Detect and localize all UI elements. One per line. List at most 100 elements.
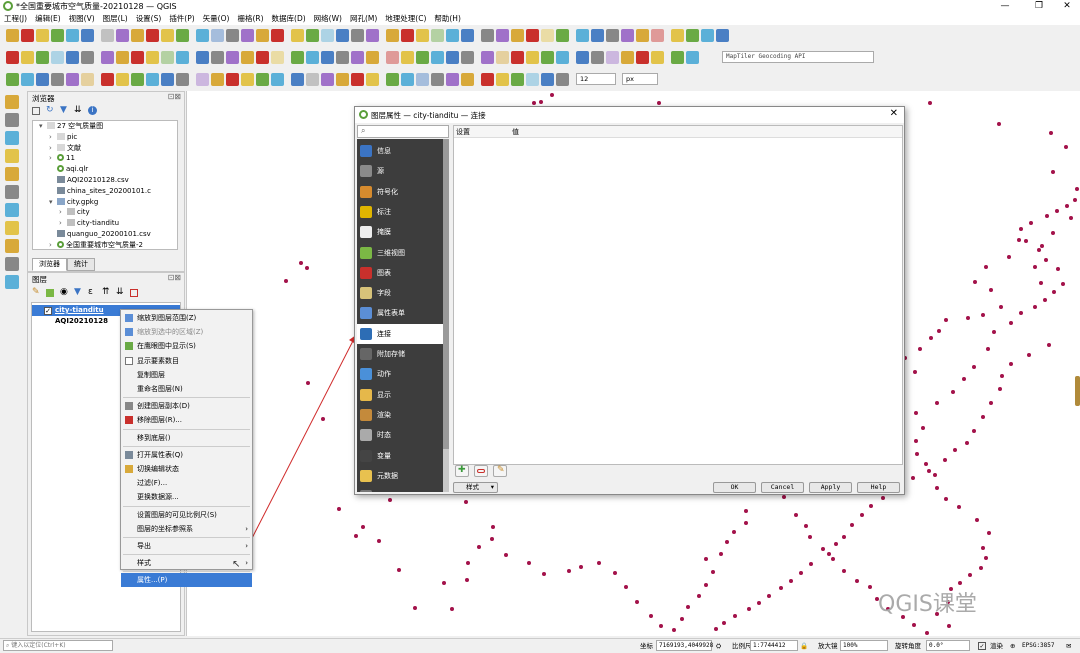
toolbar-tool-icon[interactable]	[591, 29, 604, 42]
coordinate-field[interactable]: 7169193,4049928	[656, 640, 713, 651]
toolbar-tool-icon[interactable]	[81, 29, 94, 42]
menu-item[interactable]: 矢量(O)	[199, 13, 234, 25]
crs-label[interactable]: EPSG:3857	[1022, 641, 1055, 651]
toolbar-tool-icon[interactable]	[291, 73, 304, 86]
toolbar-tool-icon[interactable]	[51, 73, 64, 86]
toolbar-tool-icon[interactable]	[101, 51, 114, 64]
menu-item[interactable]: 工程(J)	[0, 13, 31, 25]
lock-icon[interactable]: 🔒	[800, 641, 808, 651]
toolbar-tool-icon[interactable]	[496, 29, 509, 42]
toolbar-tool-icon[interactable]	[526, 51, 539, 64]
toolbar-tool-icon[interactable]	[36, 73, 49, 86]
toolbar-tool-icon[interactable]	[636, 29, 649, 42]
apply-button[interactable]: Apply	[809, 482, 852, 493]
toolbar-tool-icon[interactable]	[431, 73, 444, 86]
style-brush-icon[interactable]: ✎	[32, 287, 40, 297]
tab-browser[interactable]: 浏览器	[32, 258, 67, 271]
menu-item[interactable]: 图层(L)	[99, 13, 132, 25]
toolbar-tool-icon[interactable]	[196, 29, 209, 42]
toolbar-tool-icon[interactable]	[481, 73, 494, 86]
toolbar-tool-icon[interactable]	[621, 29, 634, 42]
toolbar-tool-icon[interactable]	[211, 51, 224, 64]
toolbar-tool-icon[interactable]	[511, 29, 524, 42]
dialog-section-item[interactable]: 变量	[357, 446, 443, 466]
context-menu-item[interactable]: 移到底层()	[121, 431, 252, 445]
toolbar-tool-icon[interactable]	[321, 29, 334, 42]
toolbar-tool-icon[interactable]	[416, 73, 429, 86]
edit-join-button[interactable]: ✎	[493, 465, 507, 477]
toolbar-tool-icon[interactable]	[21, 29, 34, 42]
rotation-field[interactable]: 0.0°	[926, 640, 970, 651]
toolbar-tool-icon[interactable]	[386, 51, 399, 64]
toolbar-tool-icon[interactable]	[481, 29, 494, 42]
scale-field[interactable]: 1:7744412	[750, 640, 798, 651]
toolbar-tool-icon[interactable]	[366, 51, 379, 64]
toolbar-tool-icon[interactable]	[686, 29, 699, 42]
toolbar-tool-icon[interactable]	[446, 51, 459, 64]
refresh-icon[interactable]: ↻	[46, 105, 54, 115]
add-layer-icon[interactable]	[5, 221, 19, 235]
toolbar-tool-icon[interactable]	[66, 29, 79, 42]
toolbar-tool-icon[interactable]	[226, 29, 239, 42]
toolbar-tool-icon[interactable]	[116, 51, 129, 64]
toolbar-tool-icon[interactable]	[321, 73, 334, 86]
dialog-section-item[interactable]: 图表	[357, 263, 443, 283]
scrollbar-thumb[interactable]	[443, 139, 449, 449]
toolbar-tool-icon[interactable]	[131, 73, 144, 86]
toolbar-tool-icon[interactable]	[366, 73, 379, 86]
toolbar-tool-icon[interactable]	[541, 29, 554, 42]
toolbar-tool-icon[interactable]	[101, 29, 114, 42]
column-header-setting[interactable]: 设置	[456, 126, 470, 138]
menu-item[interactable]: 设置(S)	[132, 13, 166, 25]
toolbar-tool-icon[interactable]	[256, 73, 269, 86]
toolbar-tool-icon[interactable]	[446, 29, 459, 42]
toolbar-tool-icon[interactable]	[401, 73, 414, 86]
toolbar-tool-icon[interactable]	[36, 29, 49, 42]
toolbar-tool-icon[interactable]	[146, 73, 159, 86]
toolbar-tool-icon[interactable]	[256, 29, 269, 42]
dialog-section-item[interactable]: 字段	[357, 283, 443, 303]
dialog-section-item[interactable]: 时态	[357, 425, 443, 445]
collapse-all-icon[interactable]: ⇊	[116, 287, 124, 297]
toolbar-tool-icon[interactable]	[241, 51, 254, 64]
menu-item[interactable]: 视图(V)	[65, 13, 99, 25]
add-layer-icon[interactable]	[5, 149, 19, 163]
expression-icon[interactable]: ε	[88, 287, 93, 297]
toolbar-tool-icon[interactable]	[146, 29, 159, 42]
toolbar-tool-icon[interactable]	[306, 51, 319, 64]
context-menu-item[interactable]: 导出 ›	[121, 539, 252, 553]
toolbar-tool-icon[interactable]	[556, 73, 569, 86]
toolbar-tool-icon[interactable]	[716, 29, 729, 42]
toolbar-tool-icon[interactable]	[131, 29, 144, 42]
toolbar-tool-icon[interactable]	[651, 51, 664, 64]
dialog-section-item[interactable]: 标注	[357, 202, 443, 222]
toolbar-tool-icon[interactable]	[66, 73, 79, 86]
toolbar-tool-icon[interactable]	[606, 29, 619, 42]
browser-tree-item[interactable]: china_sites_20200101.c	[49, 186, 151, 196]
dialog-section-item[interactable]: 动作	[357, 364, 443, 384]
toolbar-tool-icon[interactable]	[176, 73, 189, 86]
expand-arrow-icon[interactable]: ›	[49, 153, 57, 163]
toolbar-tool-icon[interactable]	[211, 29, 224, 42]
dialog-section-item[interactable]: 显示	[357, 385, 443, 405]
map-scroll-handle[interactable]	[1075, 376, 1080, 406]
browser-tree-item[interactable]: › 11	[49, 153, 75, 163]
section-list-scrollbar[interactable]	[443, 139, 449, 492]
context-menu-item[interactable]: 在鹰眼图中显示(S)	[121, 339, 252, 353]
toolbar-tool-icon[interactable]	[606, 51, 619, 64]
toolbar-tool-icon[interactable]	[496, 51, 509, 64]
geocoding-input[interactable]: MapTiler Geocoding API	[722, 51, 874, 63]
dialog-section-item[interactable]: 元数据	[357, 466, 443, 486]
context-menu-item[interactable]: 重命名图层(N)	[121, 382, 252, 396]
ok-button[interactable]: OK	[713, 482, 756, 493]
add-layer-icon[interactable]	[5, 167, 19, 181]
font-unit-select[interactable]: px	[622, 73, 658, 85]
expand-all-icon[interactable]: ⇈	[102, 287, 110, 297]
browser-tree-item[interactable]: › city-tianditu	[59, 218, 119, 228]
extent-toggle-icon[interactable]: ⛭	[716, 641, 721, 651]
dialog-section-item[interactable]: 相关性	[357, 486, 443, 492]
toolbar-tool-icon[interactable]	[386, 73, 399, 86]
toolbar-tool-icon[interactable]	[386, 29, 399, 42]
menu-item[interactable]: 插件(P)	[165, 13, 198, 25]
expand-arrow-icon[interactable]: ›	[49, 240, 57, 249]
